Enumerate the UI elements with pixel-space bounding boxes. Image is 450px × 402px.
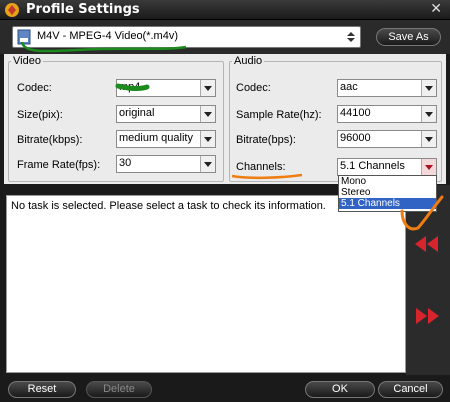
side-nav (406, 185, 450, 375)
channels-option-stereo[interactable]: Stereo (339, 187, 436, 198)
dropdown-arrow-icon[interactable] (200, 131, 215, 147)
task-info-text: No task is selected. Please select a tas… (11, 200, 326, 212)
channels-option-5-1[interactable]: 5.1 Channels (339, 198, 436, 209)
profile-select[interactable]: M4V - MPEG-4 Video(*.m4v) (12, 26, 361, 48)
dropdown-arrow-icon[interactable] (200, 156, 215, 172)
save-as-button[interactable]: Save As (376, 28, 441, 46)
cancel-button[interactable]: Cancel (378, 381, 443, 398)
video-bitrate-value: medium quality (119, 132, 193, 144)
profile-value: M4V - MPEG-4 Video(*.m4v) (37, 30, 179, 42)
dropdown-arrow-icon[interactable] (421, 131, 436, 147)
dropdown-arrow-icon[interactable] (200, 80, 215, 96)
sample-rate-select[interactable]: 44100 (337, 105, 437, 123)
ok-button[interactable]: OK (305, 381, 375, 398)
profile-toolbar: M4V - MPEG-4 Video(*.m4v) Save As (0, 20, 450, 54)
size-select[interactable]: original (116, 105, 216, 123)
video-bitrate-select[interactable]: medium quality (116, 130, 216, 148)
channels-option-mono[interactable]: Mono (339, 176, 436, 187)
fast-forward-icon[interactable] (414, 307, 440, 325)
dropdown-arrow-icon[interactable] (200, 106, 215, 122)
window-title: Profile Settings (26, 2, 140, 17)
video-codec-select[interactable]: mp4 (116, 79, 216, 97)
app-logo-icon (5, 3, 19, 17)
dropdown-arrow-icon[interactable] (421, 80, 436, 96)
audio-bitrate-value: 96000 (340, 132, 371, 144)
audio-bitrate-label: Bitrate(bps): (236, 134, 296, 146)
close-icon[interactable]: ✕ (430, 1, 442, 17)
frame-rate-value: 30 (119, 157, 132, 169)
video-bitrate-label: Bitrate(kbps): (17, 134, 83, 146)
frame-rate-label: Frame Rate(fps): (17, 159, 101, 171)
audio-codec-select[interactable]: aac (337, 79, 437, 97)
channels-label: Channels: (236, 161, 286, 173)
size-value: original (119, 107, 155, 119)
video-format-icon (17, 29, 31, 45)
settings-panel: Video Audio Codec: mp4 Size(pix): origin… (4, 54, 446, 184)
dropdown-arrow-icon[interactable] (421, 106, 436, 122)
audio-codec-label: Codec: (236, 82, 271, 94)
audio-bitrate-select[interactable]: 96000 (337, 130, 437, 148)
task-info-box: No task is selected. Please select a tas… (6, 195, 406, 373)
video-legend: Video (13, 55, 41, 67)
size-label: Size(pix): (17, 109, 63, 121)
rewind-icon[interactable] (414, 235, 440, 253)
reset-button[interactable]: Reset (8, 381, 76, 398)
frame-rate-select[interactable]: 30 (116, 155, 216, 173)
sample-rate-label: Sample Rate(hz): (236, 109, 322, 121)
audio-codec-value: aac (340, 81, 358, 93)
channels-dropdown-list: Mono Stereo 5.1 Channels (338, 175, 437, 212)
audio-legend: Audio (234, 55, 263, 67)
channels-select[interactable]: 5.1 Channels (337, 158, 437, 176)
sample-rate-value: 44100 (340, 107, 371, 119)
video-codec-label: Codec: (17, 82, 52, 94)
channels-value: 5.1 Channels (340, 160, 405, 172)
title-bar: Profile Settings ✕ (0, 0, 450, 20)
dropdown-arrow-icon[interactable] (421, 159, 436, 175)
updown-arrow-icon (347, 32, 355, 42)
video-codec-value: mp4 (119, 81, 141, 93)
bottom-bar: Reset Delete OK Cancel (0, 376, 450, 402)
delete-button[interactable]: Delete (86, 381, 152, 398)
